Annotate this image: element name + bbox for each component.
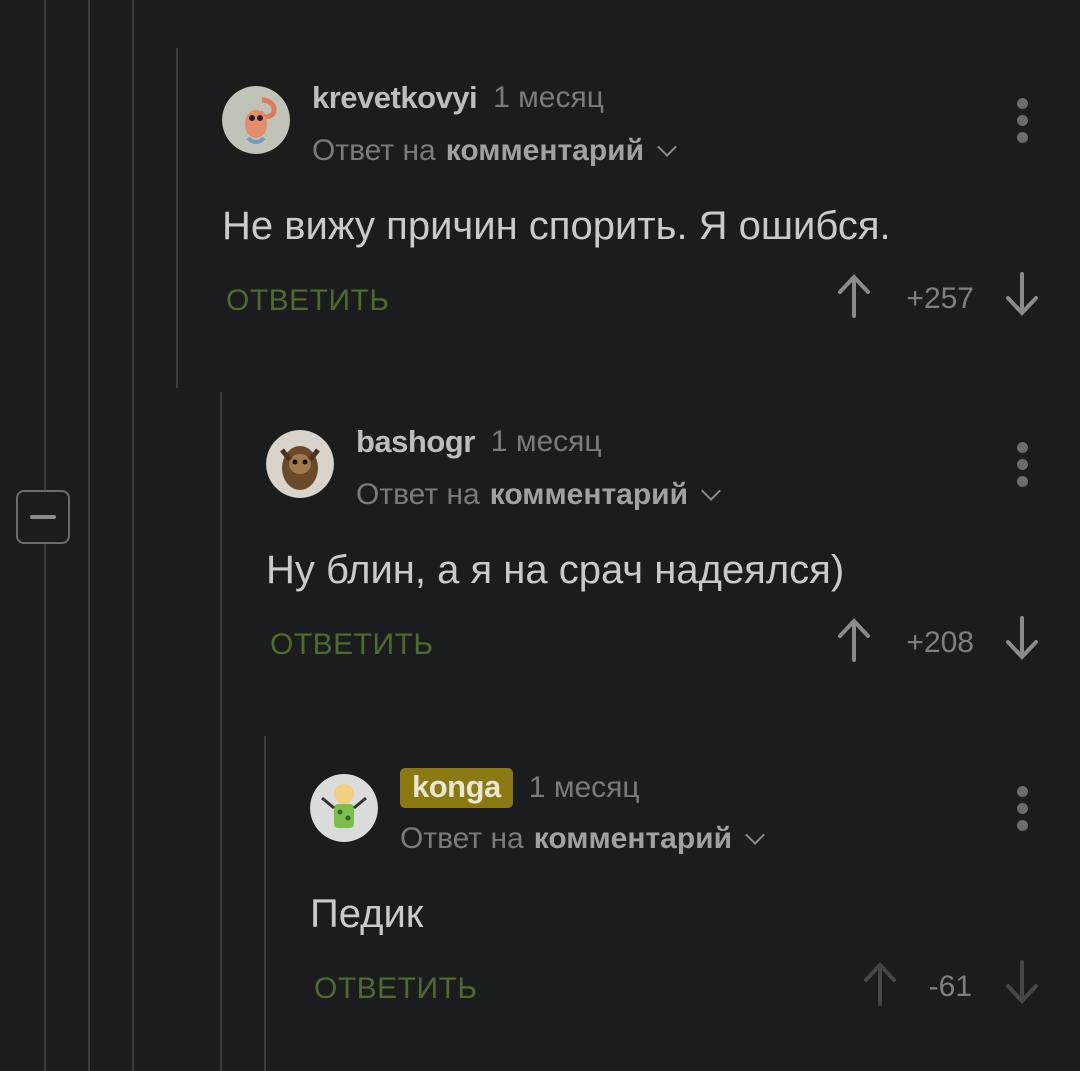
vote-score: +257 [906,282,974,315]
vote-score: -61 [928,970,972,1003]
minus-icon [30,515,56,519]
reply-button[interactable]: ОТВЕТИТЬ [226,284,390,318]
reply-button[interactable]: ОТВЕТИТЬ [314,972,478,1006]
timestamp: 1 месяц [528,771,640,804]
reply-target[interactable]: комментарий [534,822,732,856]
thread-line [88,0,90,1071]
chevron-down-icon[interactable] [657,137,677,157]
chevron-down-icon[interactable] [701,481,721,501]
upvote-arrow-icon[interactable] [834,272,874,318]
downvote-arrow-icon[interactable] [1002,960,1042,1006]
comment-text: Ну блин, а я на срач надеялся) [266,548,845,592]
thread-line [220,392,222,1071]
reply-to[interactable]: Ответ на комментарий [312,134,677,168]
reply-prefix: Ответ на [312,134,436,167]
author-row: bashogr 1 месяц [356,424,602,460]
more-options-icon[interactable] [1016,98,1028,143]
avatar[interactable] [222,86,290,154]
author-name[interactable]: konga [400,768,513,808]
comment-text: Педик [310,892,424,936]
comment: bashogr 1 месяц Ответ на комментарий Ну … [266,424,1042,690]
reply-prefix: Ответ на [400,822,524,855]
timestamp: 1 месяц [493,81,604,114]
reply-button[interactable]: ОТВЕТИТЬ [270,628,434,662]
thread-line [264,736,266,1071]
author-name[interactable]: bashogr [356,424,475,460]
thread-line [176,48,178,388]
reply-prefix: Ответ на [356,478,480,511]
comment: krevetkovyi 1 месяц Ответ на комментарий… [222,80,1042,346]
more-options-icon[interactable] [1016,786,1028,831]
chevron-down-icon[interactable] [745,825,765,845]
more-options-icon[interactable] [1016,442,1028,487]
comment: konga 1 месяц Ответ на комментарий Педик… [310,768,1042,1034]
upvote-arrow-icon[interactable] [834,616,874,662]
thread-line [132,0,134,1071]
collapse-thread-button[interactable] [16,490,70,544]
reply-to[interactable]: Ответ на комментарий [400,822,765,856]
comment-text: Не вижу причин спорить. Я ошибся. [222,204,891,248]
avatar[interactable] [266,430,334,498]
vote-score: +208 [906,626,974,659]
downvote-arrow-icon[interactable] [1002,272,1042,318]
author-name[interactable]: krevetkovyi [312,80,478,116]
reply-to[interactable]: Ответ на комментарий [356,478,721,512]
author-row: krevetkovyi 1 месяц [312,80,604,116]
avatar[interactable] [310,774,378,842]
timestamp: 1 месяц [490,425,602,458]
reply-target[interactable]: комментарий [490,478,688,512]
reply-target[interactable]: комментарий [446,134,644,168]
downvote-arrow-icon[interactable] [1002,616,1042,662]
author-row: konga 1 месяц [400,768,640,808]
